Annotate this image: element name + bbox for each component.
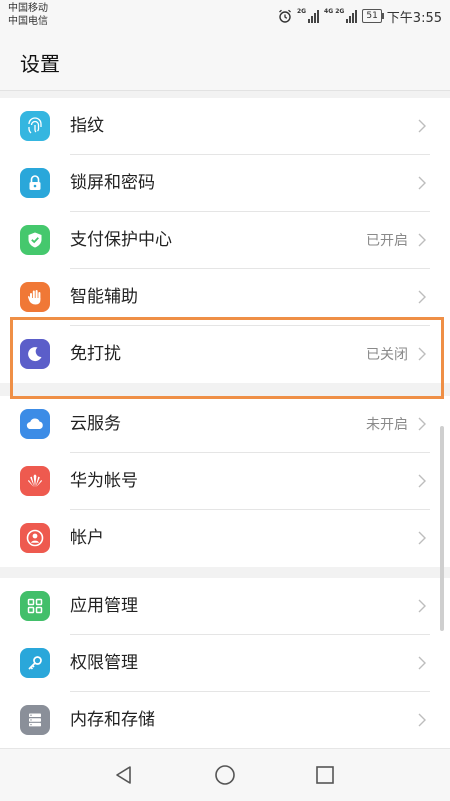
settings-item-label: 帐户	[70, 528, 104, 548]
settings-group-apps: 应用管理 权限管理 内存和存储	[0, 578, 450, 748]
chevron-right-icon	[418, 713, 426, 727]
chevron-right-icon	[418, 290, 426, 304]
apps-grid-icon	[20, 591, 50, 621]
signal-icon-2: 4G 2G	[324, 8, 358, 23]
chevron-right-icon	[418, 474, 426, 488]
cloud-icon	[20, 409, 50, 439]
hand-icon	[20, 282, 50, 312]
settings-item-smart-assist[interactable]: 智能辅助	[0, 269, 450, 326]
status-bar: 中国移动 中国电信 2G 4G 2G 51 下午3:55	[0, 0, 450, 32]
settings-item-do-not-disturb[interactable]: 免打扰 已关闭	[0, 326, 450, 383]
navigation-bar	[0, 748, 450, 801]
chevron-right-icon	[418, 347, 426, 361]
chevron-right-icon	[418, 531, 426, 545]
settings-item-label: 免打扰	[70, 344, 121, 364]
settings-item-lock-screen[interactable]: 锁屏和密码	[0, 155, 450, 212]
settings-item-label: 权限管理	[70, 653, 138, 673]
back-icon[interactable]	[112, 763, 136, 787]
chevron-right-icon	[418, 119, 426, 133]
settings-item-fingerprint[interactable]: 指纹	[0, 98, 450, 155]
person-icon	[20, 523, 50, 553]
scrollbar[interactable]	[440, 426, 444, 631]
signal-1-tag: 2G	[296, 8, 307, 15]
key-icon	[20, 648, 50, 678]
home-icon[interactable]	[213, 763, 237, 787]
chevron-right-icon	[418, 656, 426, 670]
moon-icon	[20, 339, 50, 369]
settings-item-label: 华为帐号	[70, 471, 138, 491]
chevron-right-icon	[418, 176, 426, 190]
settings-item-huawei-id[interactable]: 华为帐号	[0, 453, 450, 510]
settings-item-status: 未开启	[366, 417, 408, 433]
page-title: 设置	[20, 52, 60, 76]
settings-item-label: 指纹	[70, 116, 104, 136]
settings-group-security: 指纹 锁屏和密码 支付保护中心 已开启 智能辅助 免打扰 已关闭	[0, 98, 450, 383]
settings-item-status: 已关闭	[366, 347, 408, 363]
settings-item-label: 云服务	[70, 414, 121, 434]
huawei-logo-icon	[20, 466, 50, 496]
settings-item-label: 锁屏和密码	[70, 173, 155, 193]
settings-group-accounts: 云服务 未开启 华为帐号 帐户	[0, 396, 450, 567]
battery-icon: 51	[362, 9, 385, 23]
settings-item-label: 支付保护中心	[70, 230, 172, 250]
settings-item-permission-management[interactable]: 权限管理	[0, 635, 450, 692]
settings-item-memory-storage[interactable]: 内存和存储	[0, 692, 450, 749]
recents-icon[interactable]	[313, 763, 337, 787]
settings-item-cloud[interactable]: 云服务 未开启	[0, 396, 450, 453]
alarm-icon	[279, 9, 291, 23]
settings-item-label: 智能辅助	[70, 287, 138, 307]
status-icons: 2G 4G 2G 51 下午3:55	[278, 6, 442, 26]
settings-item-label: 内存和存储	[70, 710, 155, 730]
signal-icon: 2G	[296, 8, 320, 23]
carrier-2: 中国电信	[8, 16, 48, 27]
signal-2-tag: 4G 2G	[324, 8, 345, 15]
settings-item-app-management[interactable]: 应用管理	[0, 578, 450, 635]
settings-item-payment-protection[interactable]: 支付保护中心 已开启	[0, 212, 450, 269]
chevron-right-icon	[418, 599, 426, 613]
chevron-right-icon	[418, 233, 426, 247]
chevron-right-icon	[418, 417, 426, 431]
shield-check-icon	[20, 225, 50, 255]
lock-icon	[20, 168, 50, 198]
header: 设置	[0, 32, 450, 91]
settings-item-status: 已开启	[366, 233, 408, 249]
carrier-1: 中国移动	[8, 3, 48, 14]
settings-item-label: 应用管理	[70, 596, 138, 616]
fingerprint-icon	[20, 111, 50, 141]
settings-item-accounts[interactable]: 帐户	[0, 510, 450, 567]
storage-icon	[20, 705, 50, 735]
clock: 下午3:55	[386, 10, 442, 26]
